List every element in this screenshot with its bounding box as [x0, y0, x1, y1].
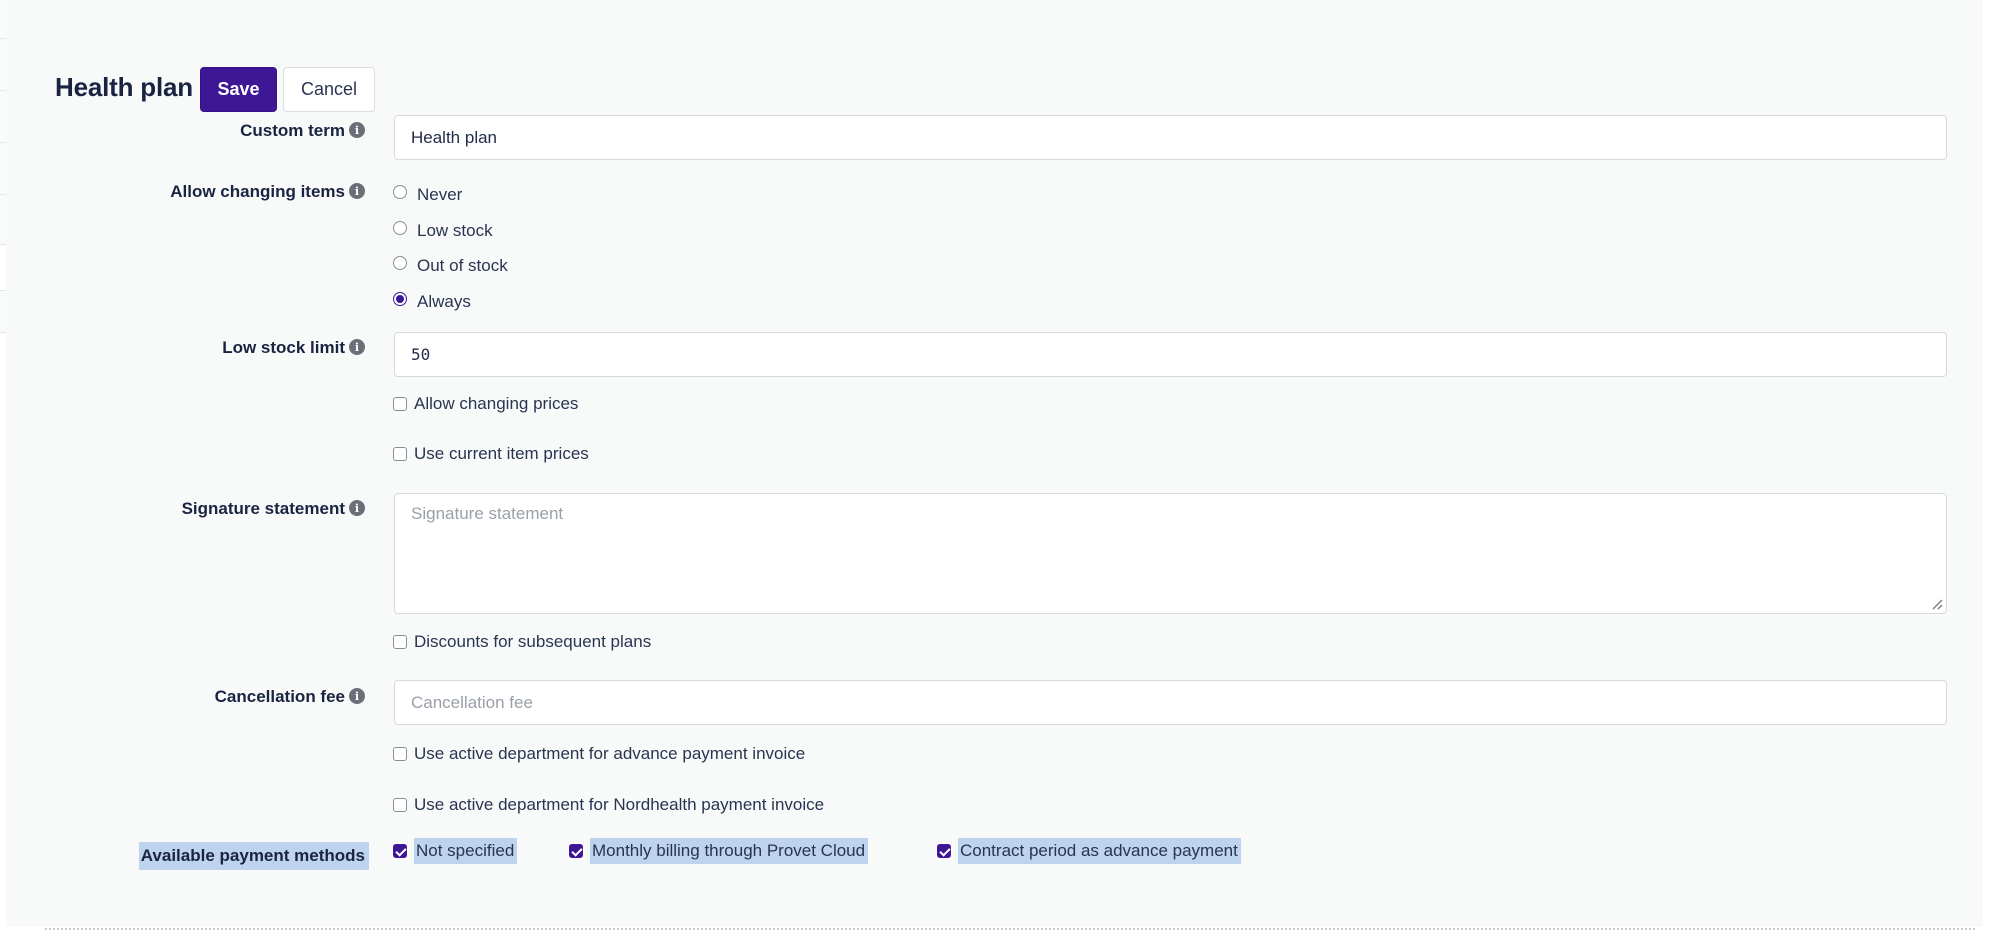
available-payment-methods-label-text: Available payment methods: [140, 846, 365, 865]
info-icon[interactable]: i: [349, 183, 365, 199]
signature-statement-placeholder: Signature statement: [411, 504, 564, 523]
signature-statement-label: Signature statement: [182, 499, 345, 519]
info-icon[interactable]: i: [349, 122, 365, 138]
signature-statement-label-text: Signature statement: [181, 499, 345, 518]
checkbox-checked[interactable]: [569, 844, 583, 858]
checkbox[interactable]: [393, 397, 407, 411]
radio-button[interactable]: [393, 221, 407, 235]
radio-label: Out of stock: [417, 256, 508, 275]
payment-method-monthly-billing[interactable]: Monthly billing through Provet Cloud: [569, 838, 869, 864]
use-active-department-advance-checkbox-row[interactable]: Use active department for advance paymen…: [393, 744, 805, 764]
low-stock-limit-label-text: Low stock limit: [222, 338, 345, 357]
radio-option-never[interactable]: Never: [393, 185, 462, 205]
checkbox[interactable]: [393, 798, 407, 812]
checkbox[interactable]: [393, 447, 407, 461]
radio-option-out-of-stock[interactable]: Out of stock: [393, 256, 508, 276]
checkbox-checked[interactable]: [393, 844, 407, 858]
info-icon[interactable]: i: [349, 339, 365, 355]
checkbox-label: Allow changing prices: [414, 394, 579, 413]
radio-option-low-stock[interactable]: Low stock: [393, 221, 493, 241]
checkbox-label: Contract period as advance payment: [958, 838, 1241, 864]
checkbox[interactable]: [393, 635, 407, 649]
low-stock-limit-value: 50: [411, 345, 431, 364]
use-current-item-prices-checkbox-row[interactable]: Use current item prices: [393, 444, 589, 464]
use-active-department-nordhealth-checkbox-row[interactable]: Use active department for Nordhealth pay…: [393, 795, 824, 815]
checkbox-label: Use active department for Nordhealth pay…: [414, 795, 825, 814]
checkbox-checked[interactable]: [937, 844, 951, 858]
allow-changing-prices-checkbox-row[interactable]: Allow changing prices: [393, 394, 578, 414]
page-title: Health plan: [55, 72, 193, 102]
cancellation-fee-label: Cancellation fee: [215, 687, 345, 707]
info-icon[interactable]: i: [349, 688, 365, 704]
custom-term-input[interactable]: Health plan: [394, 115, 1947, 160]
available-payment-methods-label: Available payment methods: [138, 842, 369, 870]
radio-option-always[interactable]: Always: [393, 292, 471, 312]
radio-button[interactable]: [393, 256, 407, 270]
payment-method-not-specified[interactable]: Not specified: [393, 838, 518, 864]
radio-button-selected[interactable]: [393, 292, 407, 306]
checkbox[interactable]: [393, 747, 407, 761]
radio-label: Never: [417, 185, 463, 204]
allow-changing-items-label-text: Allow changing items: [170, 182, 345, 201]
checkbox-label: Discounts for subsequent plans: [414, 632, 652, 651]
save-button[interactable]: Save: [200, 67, 277, 112]
custom-term-label-text: Custom term: [240, 121, 345, 140]
cancellation-fee-label-text: Cancellation fee: [214, 687, 345, 706]
custom-term-value: Health plan: [411, 127, 498, 147]
checkbox-label: Use active department for advance paymen…: [414, 744, 806, 763]
cancellation-fee-placeholder: Cancellation fee: [411, 692, 533, 712]
radio-label: Always: [417, 292, 471, 311]
low-stock-limit-input[interactable]: 50: [394, 332, 1947, 377]
info-icon[interactable]: i: [349, 500, 365, 516]
discounts-subsequent-plans-checkbox-row[interactable]: Discounts for subsequent plans: [393, 632, 651, 652]
radio-button[interactable]: [393, 185, 407, 199]
payment-method-contract-period[interactable]: Contract period as advance payment: [937, 838, 1241, 864]
custom-term-label: Custom term: [240, 121, 345, 141]
checkbox-label: Use current item prices: [414, 444, 589, 463]
resize-grip-icon[interactable]: [1931, 598, 1943, 610]
cancellation-fee-input[interactable]: Cancellation fee: [394, 680, 1947, 725]
allow-changing-items-label: Allow changing items: [170, 182, 345, 202]
dotted-divider: [45, 928, 1975, 930]
checkbox-label: Not specified: [414, 838, 518, 864]
signature-statement-textarea[interactable]: Signature statement: [394, 493, 1947, 614]
low-stock-limit-label: Low stock limit: [222, 338, 345, 358]
cancel-button[interactable]: Cancel: [283, 67, 375, 112]
radio-label: Low stock: [417, 221, 493, 240]
checkbox-label: Monthly billing through Provet Cloud: [590, 838, 869, 864]
